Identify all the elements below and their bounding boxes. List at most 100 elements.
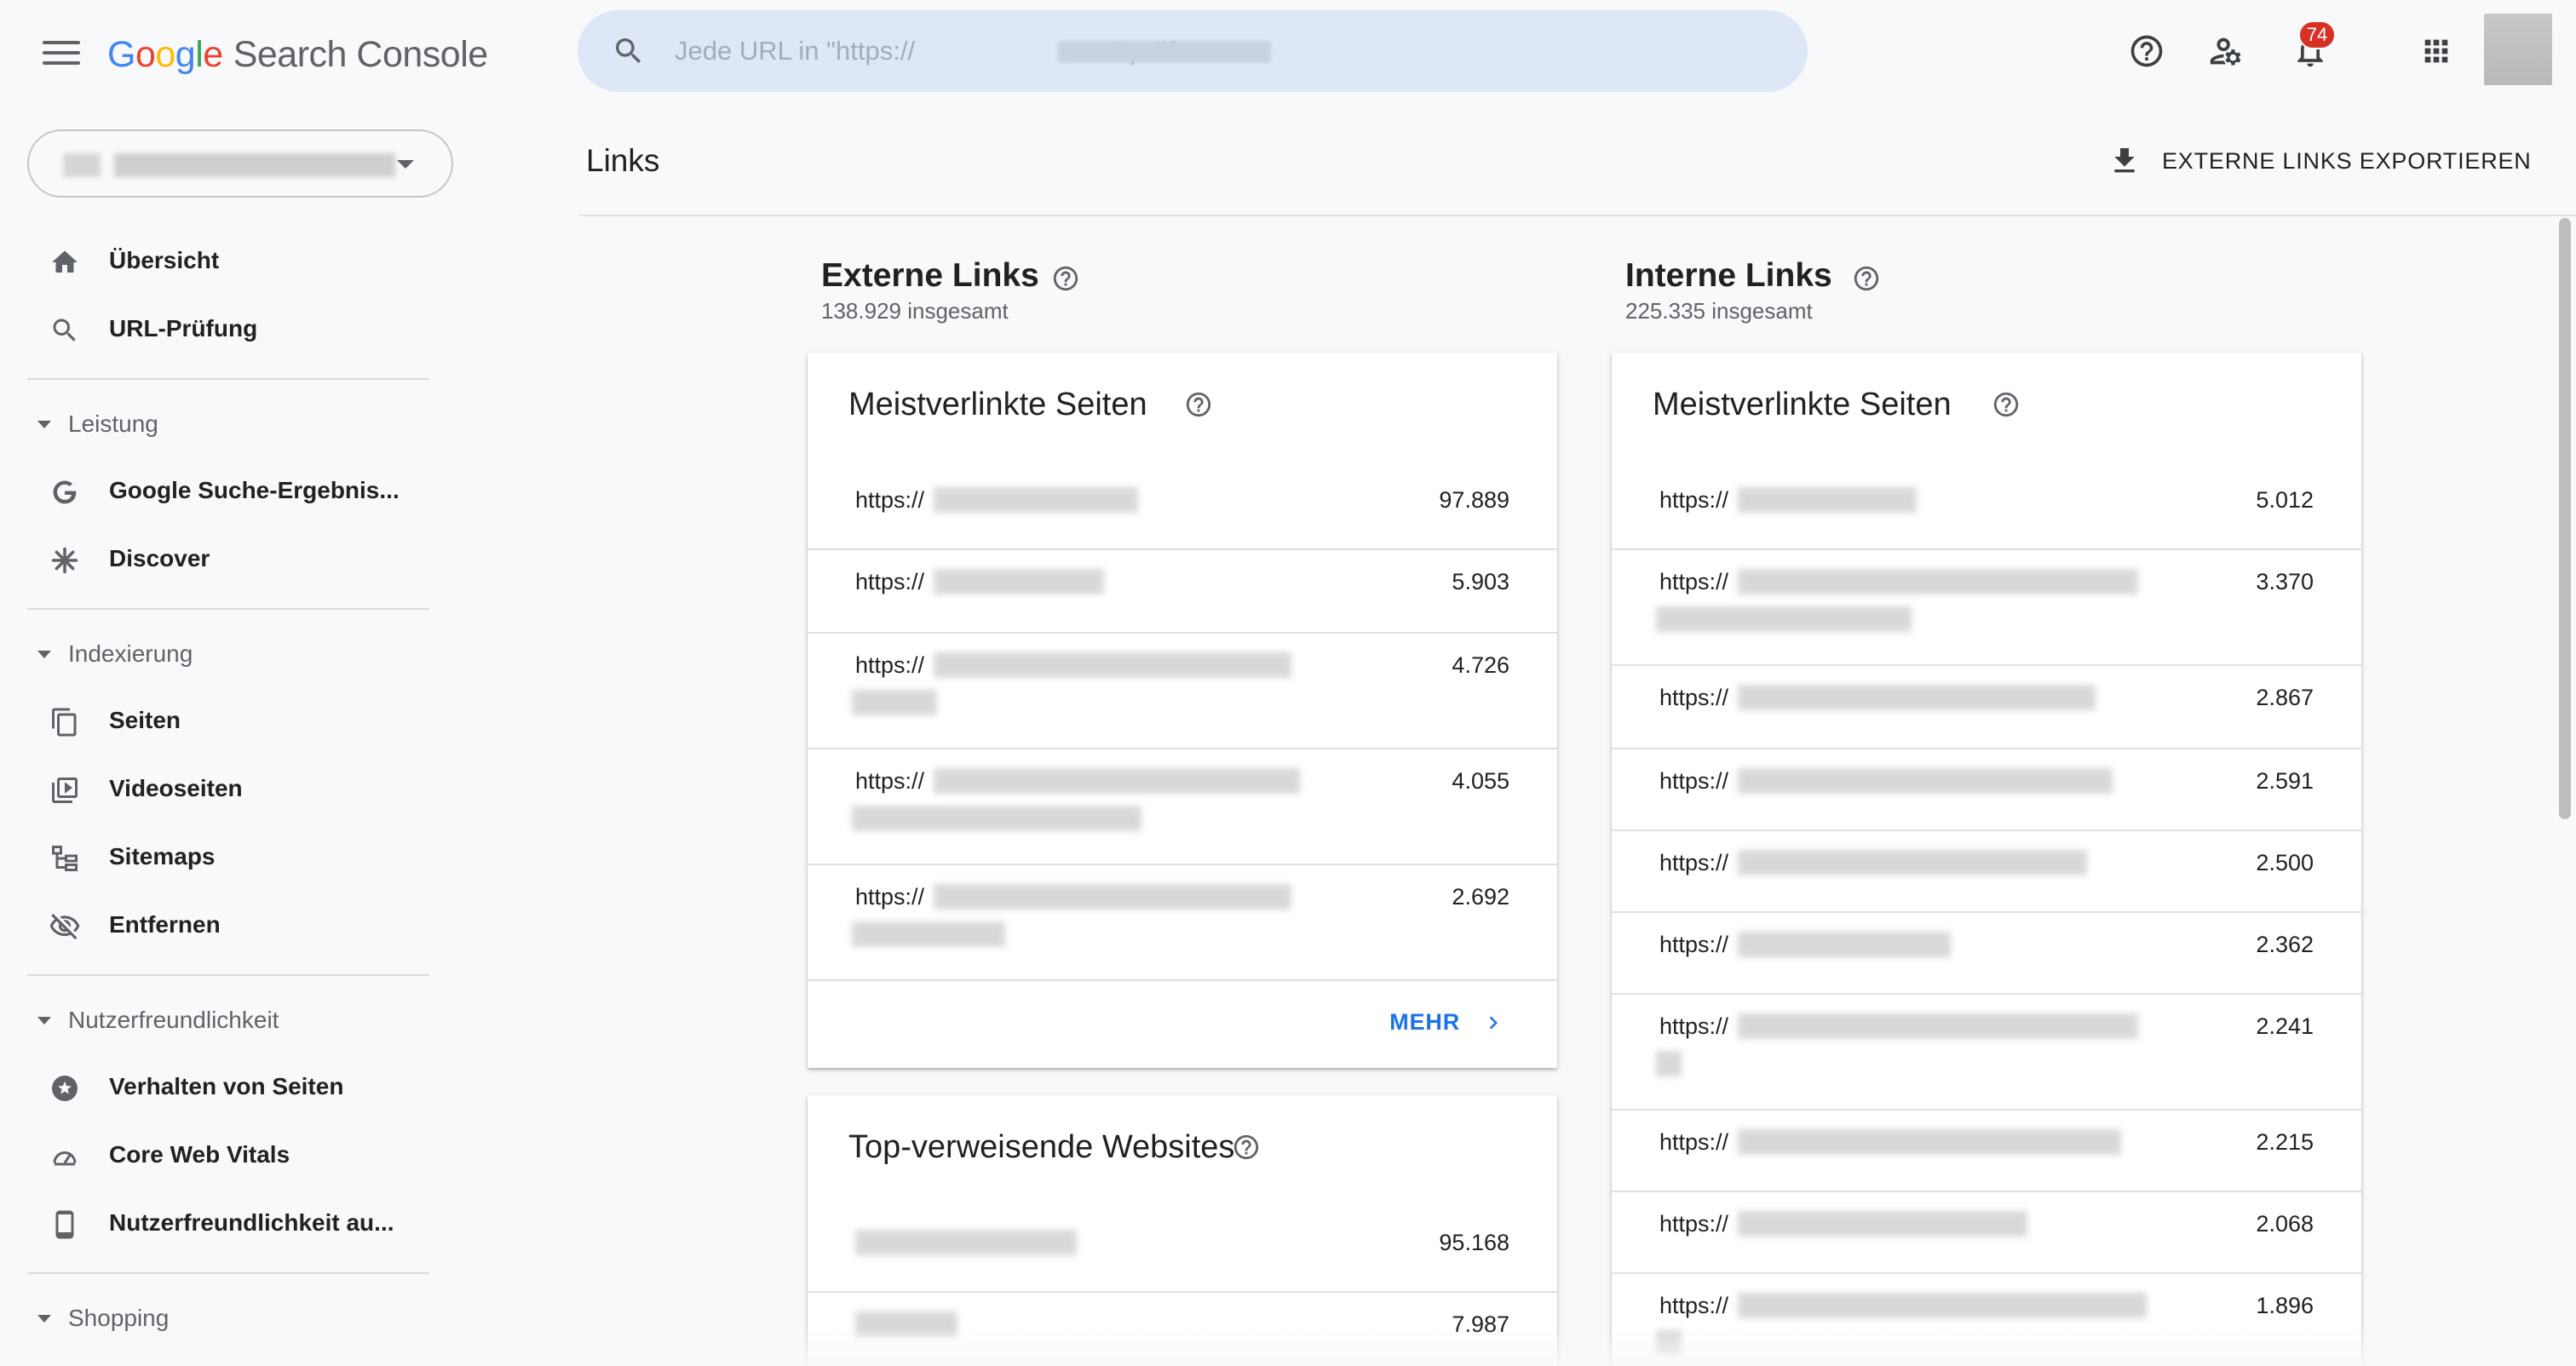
- table-row[interactable]: https:// 3.370: [1612, 550, 2361, 666]
- blurred-site: [855, 1311, 957, 1337]
- row-url: https://: [855, 884, 925, 910]
- logo-letter: G: [107, 33, 135, 75]
- row-url: https://: [1659, 1129, 1729, 1155]
- table-row[interactable]: https:// 2.500: [1612, 831, 2361, 913]
- blurred-url: [1656, 1051, 1682, 1076]
- sidebar-item-removals[interactable]: Entfernen: [0, 892, 443, 961]
- table-row[interactable]: https:// 2.068: [1612, 1192, 2361, 1274]
- row-url: https://: [1659, 768, 1729, 794]
- blurred-url: [852, 921, 1005, 947]
- blurred-url: [1656, 606, 1912, 632]
- admin-settings-icon[interactable]: [2203, 27, 2251, 75]
- table-row[interactable]: https:// 2.241: [1612, 995, 2361, 1111]
- sidebar-item-video-pages[interactable]: Videoseiten: [0, 756, 443, 824]
- sidebar-item-label: Videoseiten: [109, 775, 243, 801]
- row-url: https://: [855, 768, 925, 794]
- table-row[interactable]: https:// 2.692: [808, 865, 1557, 981]
- sidebar-item-overview[interactable]: Übersicht: [0, 228, 443, 296]
- card-title: Top-verweisende Websites: [848, 1129, 1235, 1165]
- card-title: Meistverlinkte Seiten: [1653, 387, 1952, 422]
- row-url: https://: [1659, 1293, 1729, 1318]
- page-scrollbar[interactable]: [2559, 218, 2571, 819]
- blurred-url: [1738, 932, 1951, 957]
- blurred-url: [934, 569, 1104, 594]
- sidebar-item-label: URL-Prüfung: [109, 315, 258, 342]
- search-icon[interactable]: [612, 34, 646, 68]
- table-row[interactable]: https:// 4.726: [808, 634, 1557, 749]
- table-row[interactable]: https:// 4.055: [808, 749, 1557, 865]
- row-url: https://: [1659, 1013, 1729, 1039]
- help-icon[interactable]: [1852, 264, 1881, 293]
- download-icon: [2114, 148, 2135, 173]
- property-selector[interactable]: [27, 129, 453, 198]
- blurred-url: [1656, 1330, 1682, 1356]
- row-value: 5.903: [1452, 569, 1509, 594]
- blurred-property-url: [1058, 41, 1271, 63]
- external-top-pages-card: Meistverlinkte Seiten https:// 97.889 ht…: [808, 353, 1557, 1068]
- sidebar-section-indexing[interactable]: Indexierung: [0, 628, 443, 680]
- url-inspection-search[interactable]: [578, 10, 1808, 92]
- sidebar-item-core-web-vitals[interactable]: Core Web Vitals: [0, 1122, 443, 1191]
- blurred-url: [1738, 487, 1917, 513]
- help-icon[interactable]: [1051, 264, 1080, 293]
- row-value: 2.500: [2256, 850, 2314, 875]
- row-value: 4.055: [1452, 768, 1509, 794]
- table-row[interactable]: https:// 1.896: [1612, 1274, 2361, 1366]
- pages-icon: [48, 705, 82, 739]
- row-url: https://: [855, 487, 925, 513]
- top-app-bar: Google Search Console 74: [0, 0, 2576, 109]
- sidebar-item-discover[interactable]: Discover: [0, 526, 443, 594]
- search-console-logo[interactable]: Google Search Console: [107, 29, 488, 80]
- table-row[interactable]: https:// 5.012: [1612, 468, 2361, 550]
- sidebar-item-google-search-results[interactable]: Google Suche-Ergebnis...: [0, 458, 443, 526]
- apps-grid-icon[interactable]: [2412, 27, 2460, 75]
- row-value: 2.867: [2256, 685, 2314, 710]
- account-avatar[interactable]: [2484, 14, 2552, 85]
- sidebar-section-performance[interactable]: Leistung: [0, 399, 443, 450]
- sidebar-section-experience[interactable]: Nutzerfreundlichkeit: [0, 995, 443, 1046]
- sidebar-divider: [27, 974, 429, 976]
- google-wordmark: Google: [107, 34, 223, 76]
- sidebar-item-sitemaps[interactable]: Sitemaps: [0, 824, 443, 892]
- help-icon[interactable]: [2123, 27, 2171, 75]
- sidebar-item-label: Verhalten von Seiten: [109, 1073, 344, 1099]
- video-pages-icon: [48, 773, 82, 807]
- blurred-url: [1738, 569, 2138, 594]
- row-value: 7.987: [1452, 1311, 1509, 1337]
- help-icon[interactable]: [1232, 1133, 1261, 1162]
- main-menu-icon[interactable]: [37, 34, 85, 72]
- more-label: MEHR: [1389, 1009, 1460, 1035]
- help-icon[interactable]: [1992, 390, 2021, 419]
- row-value: 4.726: [1452, 652, 1509, 678]
- row-url: https://: [1659, 1211, 1729, 1237]
- home-icon: [48, 245, 82, 279]
- sidebar-section-shopping[interactable]: Shopping: [0, 1293, 443, 1344]
- table-row[interactable]: https:// 97.889: [808, 468, 1557, 550]
- table-row[interactable]: https:// 2.867: [1612, 666, 2361, 749]
- table-row[interactable]: https:// 2.215: [1612, 1111, 2361, 1192]
- sidebar-item-page-experience[interactable]: Verhalten von Seiten: [0, 1054, 443, 1122]
- sidebar-item-url-inspection[interactable]: URL-Prüfung: [0, 296, 443, 364]
- table-row[interactable]: 95.168: [808, 1211, 1557, 1293]
- blurred-url: [1738, 1211, 2027, 1237]
- sidebar-item-label: Sitemaps: [109, 843, 216, 870]
- row-url: https://: [1659, 487, 1729, 513]
- table-row[interactable]: https:// 5.903: [808, 550, 1557, 634]
- row-url: https://: [1659, 932, 1729, 957]
- mobile-icon: [48, 1208, 82, 1242]
- export-external-links-button[interactable]: EXTERNE LINKS EXPORTIEREN: [2107, 140, 2532, 182]
- row-url: https://: [855, 652, 925, 678]
- table-row[interactable]: https:// 2.362: [1612, 913, 2361, 995]
- table-row[interactable]: 7.987: [808, 1293, 1557, 1366]
- logo-letter: g: [175, 33, 196, 75]
- more-button[interactable]: MEHR: [1389, 1009, 1506, 1036]
- row-value: 3.370: [2256, 569, 2314, 594]
- logo-letter: o: [135, 33, 156, 75]
- sidebar-item-pages[interactable]: Seiten: [0, 688, 443, 756]
- help-icon[interactable]: [1184, 390, 1213, 419]
- row-value: 2.362: [2256, 932, 2314, 957]
- external-top-sites-card: Top-verweisende Websites 95.168 7.987: [808, 1095, 1557, 1366]
- table-row[interactable]: https:// 2.591: [1612, 749, 2361, 831]
- sidebar-item-mobile-usability[interactable]: Nutzerfreundlichkeit au...: [0, 1191, 443, 1259]
- page-experience-icon: [48, 1071, 82, 1105]
